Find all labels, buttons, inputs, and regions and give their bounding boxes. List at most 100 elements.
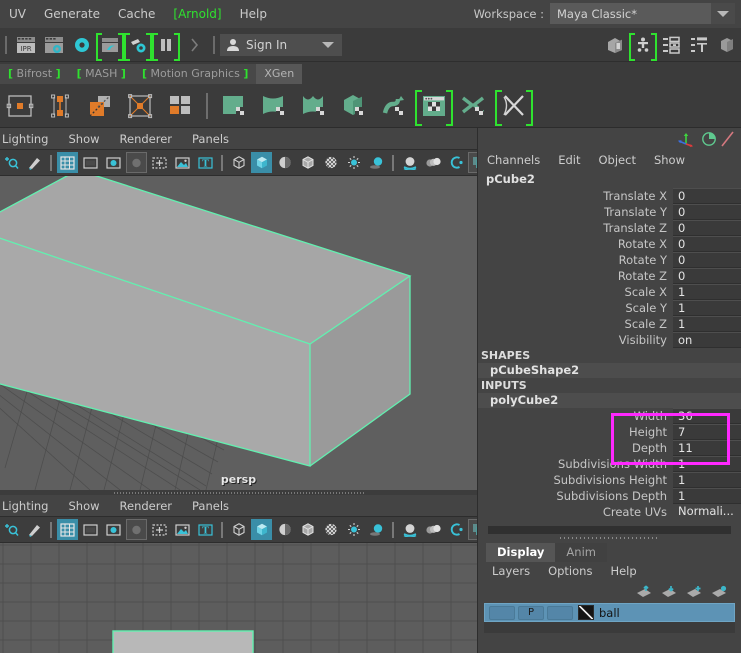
film-origin-icon[interactable] [149, 152, 170, 173]
channel-value-field-height[interactable]: 7 [673, 424, 741, 440]
paint-effects-icon[interactable] [24, 152, 45, 173]
uv-editor-icon[interactable] [415, 89, 453, 126]
workspace-selector[interactable]: Workspace : Maya Classic* [474, 3, 735, 24]
use-all-lights-icon[interactable] [343, 519, 364, 540]
isolate-select-icon[interactable] [468, 152, 477, 173]
uv-planar-projection-icon[interactable] [3, 89, 37, 123]
channel-box-input-node[interactable]: polyCube2 [478, 393, 741, 408]
hypershade-icon[interactable] [96, 32, 124, 61]
smooth-shade-all-icon[interactable] [251, 519, 272, 540]
layer-visibility-toggle[interactable] [489, 605, 515, 620]
channel-label[interactable]: Scale Y [478, 300, 673, 316]
channel-value-field[interactable]: 1 [673, 316, 741, 332]
render-view-icon[interactable] [124, 32, 152, 61]
viewport-bottom-menu-lighting[interactable]: Lighting [0, 495, 58, 517]
layer-color-swatch[interactable] [578, 605, 594, 620]
channel-label[interactable]: Translate X [478, 188, 673, 204]
workspace-chevron-down-icon[interactable] [711, 3, 735, 24]
channel-box-scroll-bar[interactable] [488, 526, 731, 534]
image-plane-icon[interactable] [172, 519, 193, 540]
shelf-tab-xgen[interactable]: XGen [256, 64, 303, 84]
channel-value-field[interactable]: 0 [673, 252, 741, 268]
uv-plane-checker-icon[interactable] [217, 89, 251, 123]
uv-sculpt-icon[interactable] [495, 89, 533, 126]
resolution-gate-icon[interactable] [103, 519, 124, 540]
channel-label[interactable]: Rotate Z [478, 268, 673, 284]
menu-arnold[interactable]: [Arnold] [164, 0, 230, 28]
channel-box-menu-show[interactable]: Show [645, 150, 694, 170]
menu-cache[interactable]: Cache [109, 0, 164, 28]
channel-label[interactable]: Depth [478, 440, 673, 456]
channel-label[interactable]: Width [478, 408, 673, 424]
shaded-wireframe-icon[interactable] [297, 152, 318, 173]
layer-item-ball[interactable]: P ball [484, 603, 735, 622]
uv-flow-checker-icon[interactable] [377, 89, 411, 123]
smooth-shade-flat-icon[interactable] [274, 152, 295, 173]
isolate-select-icon[interactable] [468, 519, 477, 540]
channel-value-field[interactable]: 0 [673, 220, 741, 236]
uv-automatic-unfold-icon[interactable] [83, 89, 117, 123]
shelf-tab-bifrost[interactable]: [ Bifrost ] [0, 64, 69, 84]
select-camera-icon[interactable] [1, 519, 22, 540]
channel-value-field-depth[interactable]: 11 [673, 440, 741, 456]
multisample-aa-icon[interactable] [445, 519, 466, 540]
channel-value-field[interactable]: 1 [673, 300, 741, 316]
channel-box-shape-node[interactable]: pCubeShape2 [478, 363, 741, 378]
channel-value-field[interactable]: 0 [673, 268, 741, 284]
shelf-tab-motion-graphics[interactable]: [ Motion Graphics ] [133, 64, 257, 84]
use-all-lights-icon[interactable] [343, 152, 364, 173]
channel-label[interactable]: Rotate X [478, 236, 673, 252]
animation-clock-icon[interactable] [701, 131, 717, 147]
new-layer-from-selected-button[interactable] [709, 583, 729, 601]
menu-generate[interactable]: Generate [35, 0, 109, 28]
viewport-top-menu-renderer[interactable]: Renderer [110, 128, 183, 150]
channel-value-field[interactable]: 1 [673, 488, 741, 504]
channel-value-field[interactable]: 1 [673, 456, 741, 472]
viewport-ortho[interactable] [0, 543, 477, 653]
shadows-icon[interactable] [366, 519, 387, 540]
channel-label[interactable]: Height [478, 424, 673, 440]
channel-value-field[interactable]: 1 [673, 472, 741, 488]
move-layer-down-button[interactable] [659, 583, 679, 601]
wireframe-shading-icon[interactable] [228, 152, 249, 173]
uv-layout-tiles-icon[interactable] [163, 89, 197, 123]
uv-warped-checker-icon[interactable] [297, 89, 331, 123]
film-gate-icon[interactable] [80, 519, 101, 540]
viewport-top-menu-lighting[interactable]: Lighting [0, 128, 58, 150]
channel-box-menu-object[interactable]: Object [590, 150, 645, 170]
layer-editor-splitter[interactable] [478, 534, 741, 542]
channel-label[interactable]: Subdivisions Height [478, 472, 673, 488]
viewport-top-menu-panels[interactable]: Panels [182, 128, 239, 150]
uv-cut-sew-icon[interactable] [457, 89, 491, 123]
channel-value-field[interactable]: 0 [673, 236, 741, 252]
hik-character-controls-icon[interactable] [629, 32, 657, 61]
viewport-bottom-menu-show[interactable]: Show [58, 495, 109, 517]
channel-label[interactable]: Create UVs [478, 504, 673, 520]
viewport-bottom-menu-renderer[interactable]: Renderer [110, 495, 183, 517]
gate-mask-icon[interactable] [126, 519, 147, 540]
channel-box-menu-channels[interactable]: Channels [478, 150, 549, 170]
shaded-wireframe-icon[interactable] [297, 519, 318, 540]
film-gate-icon[interactable] [80, 152, 101, 173]
motion-blur-icon[interactable] [422, 152, 443, 173]
channel-label[interactable]: Scale Z [478, 316, 673, 332]
textured-shading-icon[interactable] [320, 152, 341, 173]
layer-reference-toggle[interactable] [547, 605, 573, 620]
channel-label[interactable]: Rotate Y [478, 252, 673, 268]
layer-menu-help[interactable]: Help [601, 562, 645, 581]
resolution-gate-icon[interactable] [103, 152, 124, 173]
render-sequence-icon[interactable]: IPR [13, 32, 39, 58]
smooth-shade-all-icon[interactable] [251, 152, 272, 173]
grid-toggle-icon[interactable] [57, 152, 78, 173]
layer-name-label[interactable]: ball [599, 606, 620, 620]
viewport-bottom-menu-panels[interactable]: Panels [182, 495, 239, 517]
channel-box-icon[interactable] [686, 32, 712, 58]
render-settings-icon[interactable] [69, 32, 95, 58]
tab-anim[interactable]: Anim [555, 543, 607, 562]
wireframe-shading-icon[interactable] [228, 519, 249, 540]
grid-toggle-icon[interactable] [57, 519, 78, 540]
move-axis-icon[interactable] [677, 131, 695, 147]
film-origin-icon[interactable] [149, 519, 170, 540]
channel-value-field[interactable]: 0 [673, 204, 741, 220]
channel-label[interactable]: Subdivisions Width [478, 456, 673, 472]
